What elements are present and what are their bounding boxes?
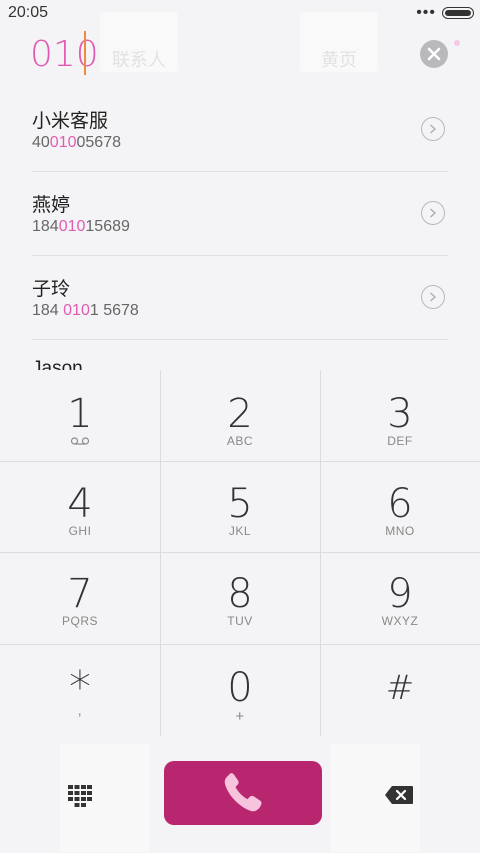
- key-digit: 4: [67, 481, 93, 527]
- key-6[interactable]: 6 MNO: [320, 482, 480, 538]
- match-highlight: 010: [63, 302, 90, 319]
- keypad: 1 2 ABC 3 DEF 4 GHI 5 JKL 6 MNO 7 PQRS 8…: [0, 370, 480, 736]
- key-letters: ABC: [226, 434, 254, 448]
- contact-detail-button[interactable]: [421, 201, 445, 225]
- key-digit: 5: [227, 481, 253, 527]
- voicemail-icon: [70, 437, 90, 445]
- contact-name: Jason: [32, 358, 83, 370]
- key-letters: JKL: [228, 524, 252, 538]
- key-letters: DEF: [387, 434, 413, 448]
- key-5[interactable]: 5 JKL: [160, 482, 320, 538]
- key-digit: 0: [227, 665, 253, 711]
- key-letters: MNO: [385, 524, 415, 538]
- close-icon: [427, 47, 441, 61]
- key-letters: PQRS: [61, 614, 98, 628]
- key-letters: WXYZ: [381, 614, 419, 628]
- notification-dots: •••: [416, 4, 436, 21]
- key-digit: 6: [387, 481, 413, 527]
- chevron-right-icon: [430, 124, 436, 134]
- battery-icon: [442, 7, 474, 19]
- result-item[interactable]: Jason: [32, 340, 448, 370]
- backspace-icon: [385, 786, 413, 804]
- dial-number-input[interactable]: 010: [30, 34, 99, 75]
- key-digit: #: [385, 668, 415, 708]
- key-1[interactable]: 1: [0, 392, 160, 446]
- key-hash[interactable]: #: [320, 666, 480, 710]
- key-4[interactable]: 4 GHI: [0, 482, 160, 538]
- dialpad-icon: [68, 785, 92, 807]
- contact-name: 小米客服: [32, 111, 109, 132]
- key-8[interactable]: 8 TUV: [160, 572, 320, 628]
- status-bar: 20:05 •••: [0, 0, 480, 28]
- contact-number: 4001005678: [32, 134, 121, 151]
- key-digit: 3: [387, 391, 413, 437]
- indicator-dot: [454, 40, 460, 46]
- backspace-button[interactable]: [382, 782, 416, 808]
- call-button[interactable]: [164, 761, 322, 825]
- status-time: 20:05: [8, 4, 49, 21]
- key-letters: TUV: [227, 614, 253, 628]
- dialer-screen: 20:05 ••• 联系人 黄页 010 小米客服 4001005678 燕婷 …: [0, 0, 480, 853]
- chevron-right-icon: [430, 292, 436, 302]
- key-digit: 8: [227, 571, 253, 617]
- key-7[interactable]: 7 PQRS: [0, 572, 160, 628]
- match-highlight: 010: [58, 218, 86, 235]
- keypad-divider: [0, 461, 480, 462]
- contact-number: 18401015689: [32, 218, 130, 235]
- key-letters: +: [235, 708, 245, 725]
- keypad-divider: [0, 644, 480, 645]
- search-results-list: 小米客服 4001005678 燕婷 18401015689 子玲 184 01…: [0, 88, 480, 370]
- key-2[interactable]: 2 ABC: [160, 392, 320, 448]
- contact-number: 184 0101 5678: [32, 302, 139, 319]
- key-digit: 7: [67, 571, 93, 617]
- ghost-tab-label: 联系人: [112, 50, 166, 70]
- keypad-divider: [0, 552, 480, 553]
- key-9[interactable]: 9 WXYZ: [320, 572, 480, 628]
- action-bar: [0, 736, 480, 853]
- key-star[interactable]: * ,: [0, 666, 160, 719]
- contact-name: 燕婷: [32, 195, 71, 216]
- ghost-tab-yellowpages: 黄页: [300, 12, 378, 72]
- result-item[interactable]: 小米客服 4001005678: [32, 88, 448, 172]
- phone-icon: [224, 773, 262, 812]
- contact-name: 子玲: [32, 279, 71, 300]
- key-digit: 9: [387, 571, 413, 617]
- contact-detail-button[interactable]: [421, 117, 445, 141]
- match-highlight: 010: [49, 134, 77, 151]
- contact-detail-button[interactable]: [421, 285, 445, 309]
- dialpad-toggle-button[interactable]: [62, 778, 98, 814]
- key-letters: GHI: [68, 524, 92, 538]
- chevron-right-icon: [430, 208, 436, 218]
- result-item[interactable]: 子玲 184 0101 5678: [32, 256, 448, 340]
- key-digit: 1: [67, 391, 93, 437]
- ghost-tab-contacts: 联系人: [100, 12, 178, 72]
- ghost-tab-label: 黄页: [321, 50, 357, 70]
- text-caret: [84, 31, 86, 75]
- result-item[interactable]: 燕婷 18401015689: [32, 172, 448, 256]
- key-3[interactable]: 3 DEF: [320, 392, 480, 448]
- key-0[interactable]: 0 +: [160, 666, 320, 725]
- key-digit: 2: [227, 391, 253, 437]
- clear-button[interactable]: [420, 40, 448, 68]
- key-letters: ,: [77, 702, 83, 718]
